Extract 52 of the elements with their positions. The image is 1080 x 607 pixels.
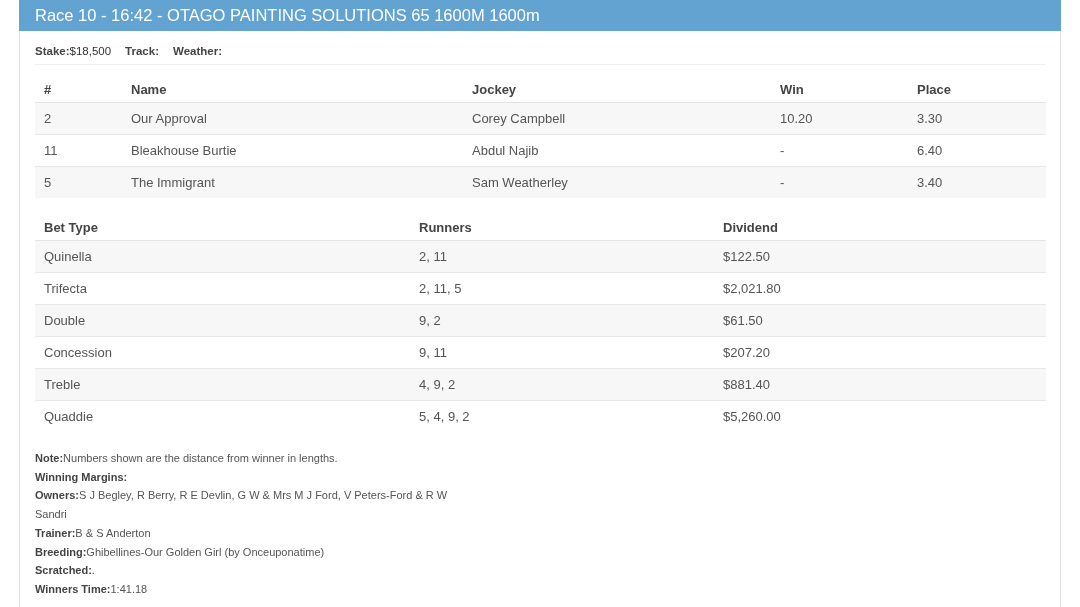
table-cell: 2 [35,102,122,135]
table-cell: Trifecta [35,272,410,305]
table-cell: 11 [35,134,122,167]
note-text: Winners Time:1:41.18 [35,581,149,597]
race-title: Race 10 - 16:42 - OTAGO PAINTING SOLUTIONS 65 1600M 1600m [35,6,540,25]
table-cell: 2, 11 [410,240,714,273]
table-cell: $5,260.00 [714,400,1046,432]
table-cell: Bleakhouse Burtie [122,134,463,167]
note-text: Note:Numbers shown are the distance from winner in lengths. [35,451,339,466]
table-cell: Corey Campbell [463,102,771,135]
table-cell: Quaddie [35,400,410,432]
table-cell: 5, 4, 9, 2 [410,400,714,432]
table-cell: - [771,134,908,167]
column-header: Runners [410,198,714,241]
column-header: Win [771,65,908,103]
note-text: Winning Margins: [35,469,129,485]
table-cell: Abdul Najib [463,134,771,167]
race-info-text: Track: [125,45,159,57]
note-text: Breeding:Ghibellines-Our Golden Girl (by Onceuponatime) [35,544,326,560]
table-cell: - [771,166,908,198]
table-cell: $61.50 [714,304,1046,337]
column-header: Bet Type [35,198,410,241]
column-header: Name [122,65,463,103]
table-cell: $2,021.80 [714,272,1046,305]
column-header: # [35,65,122,103]
table-cell: $881.40 [714,368,1046,401]
table-cell: 3.40 [908,166,1046,198]
table-cell: The Immigrant [122,166,463,198]
table-cell: 10.20 [771,102,908,135]
table-cell: $122.50 [714,240,1046,273]
table-cell: 3.30 [908,102,1046,135]
column-header: Jockey [463,65,771,103]
table-cell: 6.40 [908,134,1046,167]
table-cell: Our Approval [122,102,463,135]
table-cell: Sam Weatherley [463,166,771,198]
column-header: Dividend [714,198,1046,241]
column-header: Place [908,65,1046,103]
table-cell: Double [35,304,410,337]
table-cell: Quinella [35,240,410,273]
table-cell: 5 [35,166,122,198]
note-text: Scratched:. [35,563,96,579]
table-cell: 2, 11, 5 [410,272,714,305]
table-cell: $207.20 [714,336,1046,369]
table-cell: 4, 9, 2 [410,368,714,401]
table-cell: 9, 11 [410,336,714,369]
table-cell: Concession [35,336,410,369]
note-text: Owners:S J Begley, R Berry, R E Devlin, G W & Mrs M J Ford, V Peters-Ford & R W Sandri [35,488,449,523]
table-cell: Treble [35,368,410,401]
table-cell: 9, 2 [410,304,714,337]
race-info-text: Stake:$18,500 [35,45,112,57]
race-info-text: Weather: [173,45,222,57]
note-text: Trainer:B & S Anderton [35,525,152,541]
